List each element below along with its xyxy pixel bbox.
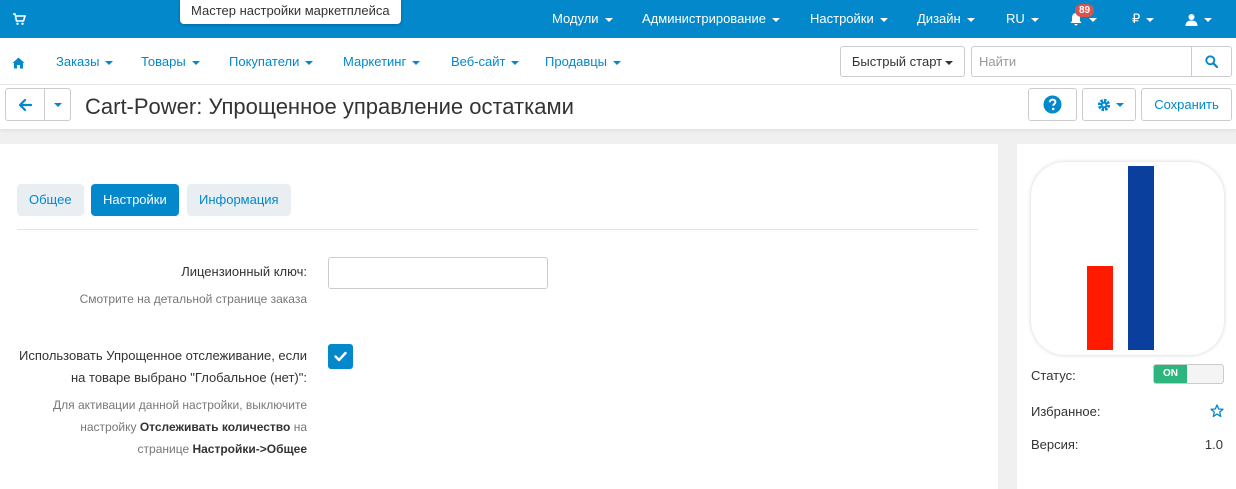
version-value: 1.0 xyxy=(1204,437,1223,452)
bar-chart-logo-icon xyxy=(1087,166,1154,350)
menu-modules-label: Модули xyxy=(552,11,599,26)
simple-tracking-hint-line2: настройку Отслеживать количество на xyxy=(80,416,307,438)
chevron-down-icon xyxy=(412,60,421,65)
nav-orders[interactable]: Заказы xyxy=(56,38,114,85)
simple-tracking-hint-line1: Для активации данной настройки, выключит… xyxy=(53,398,307,412)
cart-icon[interactable] xyxy=(12,12,26,26)
quick-start-button[interactable]: Быстрый старт xyxy=(840,46,965,77)
menu-modules[interactable]: Модули xyxy=(552,0,613,38)
license-key-label: Лицензионный ключ: xyxy=(181,264,307,279)
chevron-down-icon xyxy=(604,17,613,22)
nav-vendors-label: Продавцы xyxy=(545,54,608,69)
license-key-hint: Смотрите на детальной странице заказа xyxy=(79,292,307,306)
menu-design[interactable]: Дизайн xyxy=(917,0,975,38)
hint-text: настройку xyxy=(80,420,140,434)
chevron-down-icon xyxy=(511,60,520,65)
star-icon[interactable] xyxy=(1210,404,1224,418)
license-key-input[interactable] xyxy=(328,257,548,289)
chevron-down-icon xyxy=(1146,17,1155,22)
addon-logo xyxy=(1031,162,1224,355)
nav-vendors[interactable]: Продавцы xyxy=(545,38,622,85)
menu-settings-label: Настройки xyxy=(810,11,874,26)
chevron-down-icon xyxy=(1204,17,1212,22)
back-history-dropdown[interactable] xyxy=(44,88,71,121)
chevron-down-icon xyxy=(771,17,780,22)
home-icon xyxy=(12,57,25,69)
menu-design-label: Дизайн xyxy=(917,11,961,26)
search-icon xyxy=(1205,55,1218,68)
hint-settings-path: Настройки->Общее xyxy=(192,442,307,456)
page-title: Cart-Power: Упрощенное управление остатк… xyxy=(85,94,574,119)
chevron-down-icon xyxy=(54,103,62,107)
notifications-badge: 89 xyxy=(1075,4,1095,17)
user-menu[interactable] xyxy=(1185,0,1212,38)
simple-tracking-label-line2: на товаре выбрано "Глобальное (нет)": xyxy=(71,370,307,385)
quick-start-label: Быстрый старт xyxy=(851,54,943,69)
menu-currency[interactable]: ₽ xyxy=(1132,0,1155,38)
arrow-left-icon xyxy=(19,99,32,111)
simple-tracking-hint-line3: странице Настройки->Общее xyxy=(138,438,307,460)
top-bar: Мастер настройки маркетплейса Модули Адм… xyxy=(0,0,1236,38)
chevron-down-icon xyxy=(1116,103,1124,107)
chevron-down-icon xyxy=(879,17,888,22)
search-input[interactable] xyxy=(971,46,1191,77)
menu-settings[interactable]: Настройки xyxy=(810,0,888,38)
simple-tracking-label-line1: Использовать Упрощенное отслеживание, ес… xyxy=(19,348,307,363)
tabs-divider xyxy=(17,229,978,230)
help-icon xyxy=(1043,95,1062,114)
tab-general[interactable]: Общее xyxy=(17,184,84,216)
menu-language[interactable]: RU xyxy=(1006,0,1039,38)
addon-sidebar: Статус: ON Избранное: Версия: 1.0 xyxy=(1017,144,1236,489)
tab-settings[interactable]: Настройки xyxy=(91,184,179,216)
nav-website-label: Веб-сайт xyxy=(451,54,506,69)
nav-marketing[interactable]: Маркетинг xyxy=(343,38,421,85)
settings-dropdown-button[interactable] xyxy=(1082,88,1136,121)
home-link[interactable] xyxy=(12,38,25,85)
nav-website[interactable]: Веб-сайт xyxy=(451,38,520,85)
hint-text: странице xyxy=(137,442,193,456)
search-button[interactable] xyxy=(1191,46,1232,77)
chevron-down-icon xyxy=(305,60,314,65)
language-label: RU xyxy=(1006,11,1025,26)
tab-information[interactable]: Информация xyxy=(187,184,291,216)
status-label: Статус: xyxy=(1031,368,1076,383)
hint-track-quantity: Отслеживать количество xyxy=(139,420,291,434)
marketplace-wizard-button[interactable]: Мастер настройки маркетплейса xyxy=(180,0,401,24)
menu-administration[interactable]: Администрирование xyxy=(642,0,780,38)
nav-products-label: Товары xyxy=(141,54,186,69)
back-button[interactable] xyxy=(5,88,45,121)
checkmark-icon xyxy=(334,351,347,362)
user-icon xyxy=(1185,14,1198,27)
chevron-down-icon xyxy=(191,60,200,65)
chevron-down-icon xyxy=(966,17,975,22)
help-button[interactable] xyxy=(1028,88,1077,121)
chevron-down-icon xyxy=(945,60,954,65)
simple-tracking-checkbox[interactable] xyxy=(328,344,353,369)
version-label: Версия: xyxy=(1031,437,1079,452)
favorite-label: Избранное: xyxy=(1031,404,1101,419)
status-toggle[interactable]: ON xyxy=(1153,364,1224,384)
nav-customers[interactable]: Покупатели xyxy=(229,38,314,85)
status-on-indicator: ON xyxy=(1154,365,1187,383)
chevron-down-icon xyxy=(105,60,114,65)
save-button[interactable]: Сохранить xyxy=(1141,88,1232,121)
hint-text: на xyxy=(290,420,307,434)
chevron-down-icon xyxy=(1089,17,1097,22)
chevron-down-icon xyxy=(613,60,622,65)
menu-administration-label: Администрирование xyxy=(642,11,766,26)
nav-orders-label: Заказы xyxy=(56,54,100,69)
gear-icon xyxy=(1097,98,1111,112)
nav-customers-label: Покупатели xyxy=(229,54,300,69)
addon-settings-panel: Общее Настройки Информация Лицензионный … xyxy=(0,144,998,489)
nav-products[interactable]: Товары xyxy=(141,38,200,85)
main-nav: Заказы Товары Покупатели Маркетинг Веб-с… xyxy=(0,38,1236,85)
currency-label: ₽ xyxy=(1132,11,1141,26)
nav-marketing-label: Маркетинг xyxy=(343,54,407,69)
chevron-down-icon xyxy=(1030,17,1039,22)
page-header: Cart-Power: Упрощенное управление остатк… xyxy=(0,85,1236,129)
